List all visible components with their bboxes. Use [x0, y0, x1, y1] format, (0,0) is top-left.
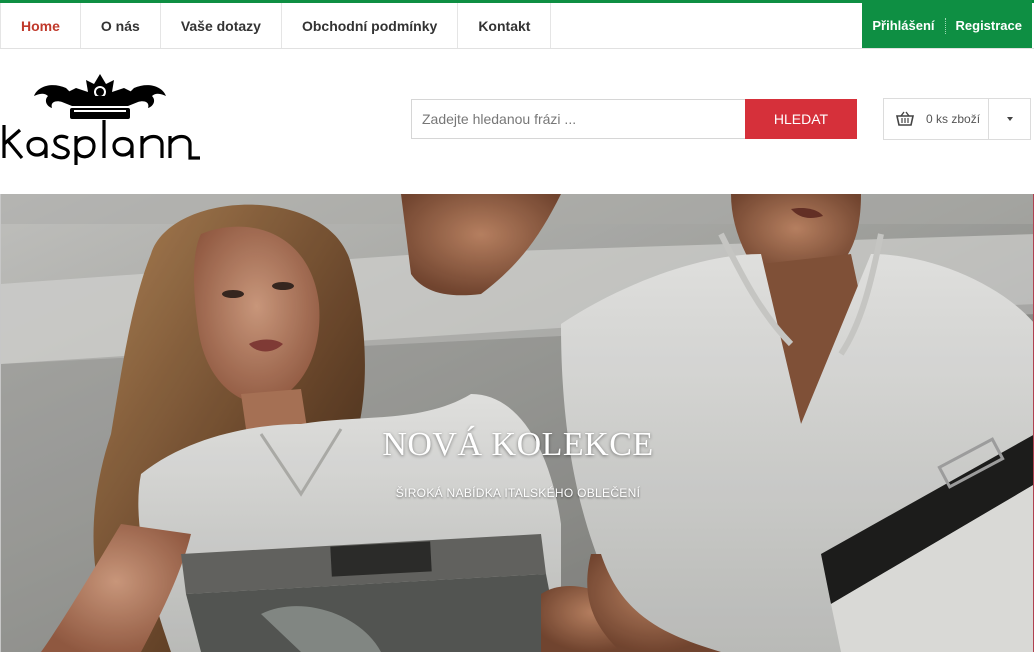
hero-banner[interactable]: NOVÁ KOLEKCE ŠIROKÁ NABÍDKA ITALSKÉHO OB… [0, 194, 1034, 652]
nav-contact[interactable]: Kontakt [458, 3, 552, 48]
search-button[interactable]: HLEDAT [745, 99, 857, 139]
hero-photo [1, 194, 1033, 652]
caret-down-icon [1006, 117, 1013, 121]
search-bar: HLEDAT [411, 99, 857, 139]
nav-terms[interactable]: Obchodní podmínky [282, 3, 459, 48]
login-link[interactable]: Přihlášení [872, 18, 934, 33]
hero-subtitle: ŠIROKÁ NABÍDKA ITALSKÉHO OBLEČENÍ [395, 486, 641, 500]
cart-dropdown-toggle[interactable] [988, 99, 1030, 139]
nav-home[interactable]: Home [0, 3, 81, 48]
nav-about[interactable]: O nás [81, 3, 161, 48]
register-link[interactable]: Registrace [956, 18, 1022, 33]
search-input[interactable] [411, 99, 745, 139]
nav-questions[interactable]: Vaše dotazy [161, 3, 282, 48]
page: Home O nás Vaše dotazy Obchodní podmínky… [0, 0, 1034, 652]
auth-divider [944, 17, 946, 34]
auth-bar: Přihlášení Registrace [862, 3, 1032, 48]
kasplan-logo[interactable] [0, 70, 205, 165]
cart-count: 0 ks zboží [926, 112, 981, 126]
basket-icon [884, 99, 926, 139]
hero-title: NOVÁ KOLEKCE [382, 426, 654, 463]
cart-widget[interactable]: 0 ks zboží [883, 98, 1031, 140]
top-navigation: Home O nás Vaše dotazy Obchodní podmínky… [0, 3, 1034, 49]
